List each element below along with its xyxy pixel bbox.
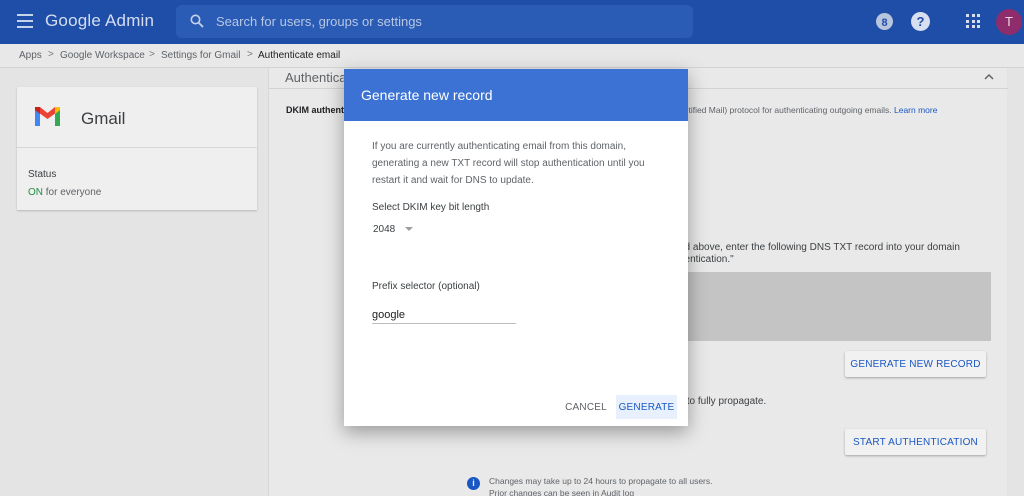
status-scope: for everyone — [43, 187, 102, 198]
breadcrumb-separator: > — [48, 49, 54, 60]
dialog-header: Generate new record — [344, 69, 688, 121]
help-icon[interactable]: ? — [911, 12, 930, 31]
dns-txt-record-box — [679, 272, 991, 341]
notifications-icon[interactable]: 8 — [876, 13, 893, 30]
breadcrumb-separator: > — [247, 49, 253, 60]
breadcrumb-settings-for-gmail[interactable]: Settings for Gmail — [161, 50, 240, 61]
generate-button[interactable]: GENERATE — [616, 395, 677, 419]
breadcrumb-google-workspace[interactable]: Google Workspace — [60, 50, 145, 61]
key-length-select[interactable]: 2048 — [373, 224, 413, 238]
key-length-label: Select DKIM key bit length — [372, 202, 490, 213]
card-divider — [17, 147, 257, 148]
breadcrumb: Apps > Google Workspace > Settings for G… — [0, 44, 1024, 68]
dialog-warning-text: If you are currently authenticating emai… — [372, 141, 645, 186]
account-avatar[interactable]: T — [996, 9, 1022, 35]
learn-more-link[interactable]: Learn more — [894, 105, 937, 115]
propagation-note: Changes may take up to 24 hours to propa… — [489, 476, 713, 486]
breadcrumb-authenticate-email: Authenticate email — [258, 50, 341, 61]
status-value: ON for everyone — [28, 187, 101, 198]
status-label: Status — [28, 169, 57, 180]
hamburger-menu-icon[interactable] — [17, 14, 33, 28]
dkim-description: entified Mail) protocol for authenticati… — [679, 105, 937, 115]
start-authentication-button[interactable]: START AUTHENTICATION — [845, 429, 986, 455]
gmail-logo-icon — [35, 107, 60, 126]
search-input[interactable] — [216, 5, 676, 38]
breadcrumb-apps[interactable]: Apps — [19, 50, 42, 61]
search-bar[interactable] — [176, 5, 693, 38]
chevron-up-icon[interactable] — [983, 71, 995, 83]
dialog-title: Generate new record — [361, 87, 493, 103]
prefix-selector-input[interactable] — [372, 306, 516, 324]
app-name: Gmail — [81, 109, 126, 128]
dkim-description-text: entified Mail) protocol for authenticati… — [679, 105, 892, 115]
dropdown-arrow-icon — [405, 227, 413, 231]
app-info-card: Gmail Status ON for everyone — [17, 87, 257, 210]
propagate-text: s to fully propagate. — [679, 396, 767, 407]
app-brand-title[interactable]: Google Admin — [45, 11, 154, 31]
status-on-badge: ON — [28, 187, 43, 198]
generate-new-record-button[interactable]: GENERATE NEW RECORD — [845, 351, 986, 377]
info-icon: i — [467, 477, 480, 490]
dns-instructions: ed above, enter the following DNS TXT re… — [679, 242, 960, 265]
generate-record-dialog: Generate new record If you are currently… — [344, 69, 688, 426]
prefix-selector-label: Prefix selector (optional) — [372, 281, 480, 292]
top-app-bar: Google Admin 8 ? T — [0, 0, 1024, 44]
key-length-value: 2048 — [373, 224, 396, 235]
cancel-button[interactable]: CANCEL — [559, 395, 613, 419]
audit-log-note: Prior changes can be seen in Audit log — [489, 488, 635, 496]
breadcrumb-separator: > — [149, 49, 155, 60]
apps-grid-icon[interactable] — [966, 14, 980, 28]
search-icon — [190, 14, 204, 28]
